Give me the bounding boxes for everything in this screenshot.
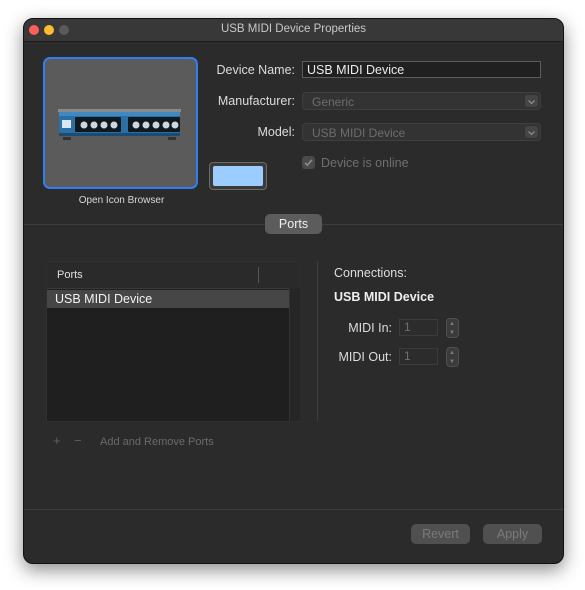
manufacturer-popup[interactable]: Generic — [302, 92, 541, 110]
device-icon-button[interactable] — [43, 57, 198, 189]
vertical-divider — [317, 261, 318, 421]
checkmark-icon — [304, 159, 313, 167]
midi-in-label: MIDI In: — [348, 321, 392, 335]
midi-out-field[interactable]: 1 — [399, 348, 438, 365]
ports-table: Ports USB MIDI Device — [46, 261, 300, 422]
ports-tab[interactable]: Ports — [265, 214, 322, 234]
chevron-down-icon — [525, 126, 538, 138]
chevron-down-icon — [525, 95, 538, 107]
add-remove-ports-label: Add and Remove Ports — [100, 436, 214, 448]
open-icon-browser-label[interactable]: Open Icon Browser — [46, 195, 197, 206]
remove-port-button[interactable]: − — [74, 433, 82, 448]
title-bar: USB MIDI Device Properties — [24, 19, 563, 42]
ports-table-scrollbar[interactable] — [289, 288, 300, 421]
ports-column-header: Ports — [57, 269, 83, 281]
apply-button[interactable]: Apply — [483, 524, 542, 544]
color-swatch — [213, 166, 263, 186]
stepper-down-icon: ▼ — [449, 359, 455, 365]
model-popup[interactable]: USB MIDI Device — [302, 123, 541, 141]
midi-out-stepper[interactable]: ▲ ▼ — [446, 347, 459, 367]
connections-title: Connections: — [334, 266, 407, 280]
ports-table-header[interactable]: Ports — [47, 262, 299, 289]
stepper-up-icon: ▲ — [449, 321, 455, 327]
table-row[interactable]: USB MIDI Device — [47, 290, 289, 308]
device-color-well[interactable] — [209, 162, 267, 190]
window-title: USB MIDI Device Properties — [220, 23, 367, 35]
stepper-down-icon: ▼ — [449, 330, 455, 336]
properties-window: USB MIDI Device Properties Open Icon Bro… — [23, 18, 564, 564]
device-name-label: Device Name: — [216, 63, 296, 77]
device-online-checkbox[interactable] — [302, 156, 315, 169]
column-separator — [258, 267, 259, 283]
midi-in-stepper[interactable]: ▲ ▼ — [446, 318, 459, 338]
manufacturer-value: Generic — [312, 95, 355, 109]
model-label: Model: — [257, 125, 295, 139]
revert-button[interactable]: Revert — [411, 524, 470, 544]
midi-out-label: MIDI Out: — [338, 350, 392, 364]
manufacturer-label: Manufacturer: — [217, 94, 295, 108]
model-value: USB MIDI Device — [312, 126, 406, 140]
footer-divider — [24, 509, 563, 510]
device-online-label: Device is online — [321, 156, 409, 170]
midi-in-field[interactable]: 1 — [399, 319, 438, 336]
connections-device-name: USB MIDI Device — [334, 290, 435, 304]
stepper-up-icon: ▲ — [449, 350, 455, 356]
midi-interface-icon — [58, 109, 181, 140]
device-name-field[interactable]: USB MIDI Device — [302, 61, 541, 78]
add-port-button[interactable]: + — [53, 433, 61, 448]
